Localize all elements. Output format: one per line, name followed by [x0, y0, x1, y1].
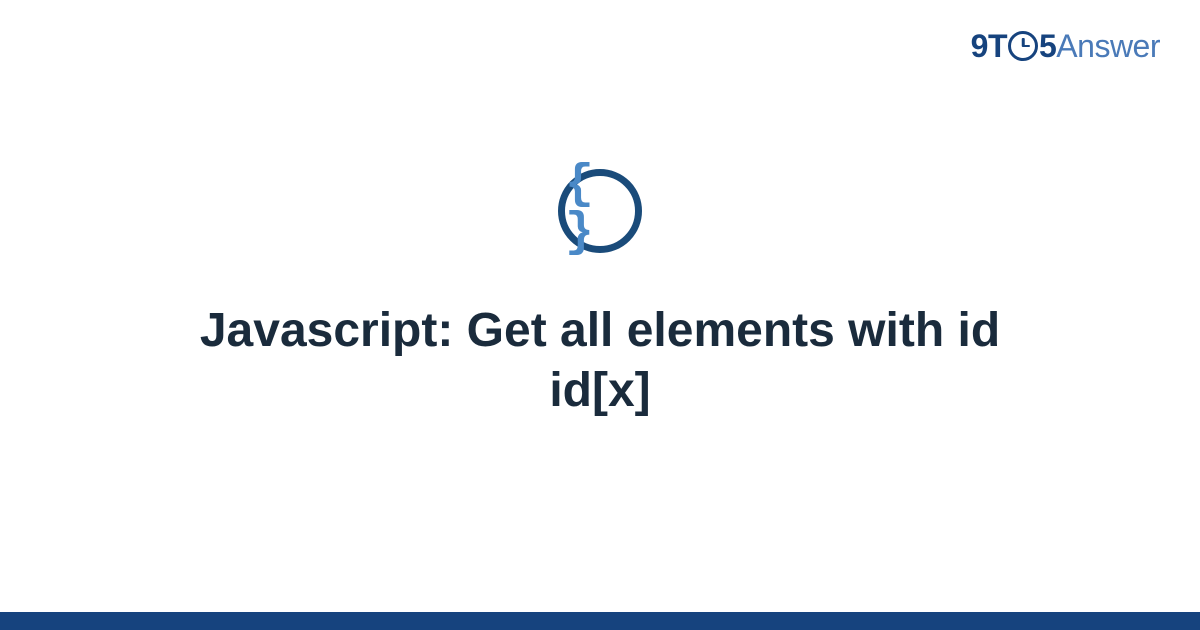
- braces-glyph: { }: [565, 161, 635, 257]
- main-content: { } Javascript: Get all elements with id…: [0, 0, 1200, 630]
- code-braces-icon: { }: [558, 169, 642, 253]
- page-title: Javascript: Get all elements with id id[…: [110, 301, 1090, 421]
- bottom-accent-bar: [0, 612, 1200, 630]
